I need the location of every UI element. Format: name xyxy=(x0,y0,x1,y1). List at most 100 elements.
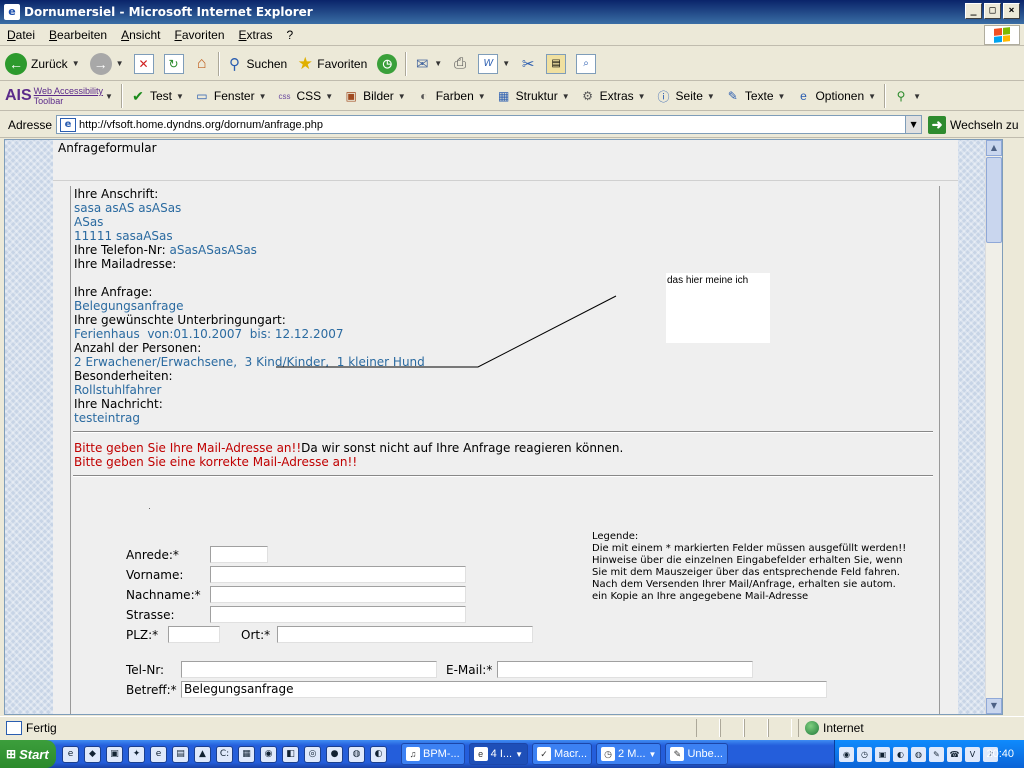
ais-farben-menu[interactable]: ◐ Farben ▼ xyxy=(411,83,491,109)
scroll-thumb[interactable] xyxy=(986,157,1002,243)
forward-button[interactable]: → ▼ xyxy=(85,51,129,77)
stray-dot xyxy=(149,508,150,509)
ort-field[interactable] xyxy=(277,626,533,643)
tray-icon[interactable]: ◐ xyxy=(893,746,908,762)
start-button[interactable]: ⊞ Start xyxy=(0,740,56,768)
security-zone[interactable]: Internet xyxy=(798,718,864,737)
tray-icon[interactable]: ✎ xyxy=(929,746,944,762)
nachname-field[interactable] xyxy=(210,586,466,603)
menu-datei[interactable]: Datei xyxy=(0,28,42,42)
phone-summary-value: aSasASasASas xyxy=(169,243,257,257)
ais-brand[interactable]: AIS Web Accessibility Toolbar ▼ xyxy=(0,83,118,109)
app-launch-icon[interactable]: ◎ xyxy=(304,745,321,763)
taskbar-item-ie[interactable]: e 4 I... ▼ xyxy=(468,743,528,765)
betreff-field[interactable]: Belegungsanfrage xyxy=(181,681,827,698)
ais-bilder-menu[interactable]: ▣ Bilder ▼ xyxy=(338,83,411,109)
status-cell xyxy=(720,718,744,737)
app-launch-icon[interactable]: ▣ xyxy=(106,745,123,763)
refresh-icon: ↻ xyxy=(163,53,184,74)
strasse-label: Strasse: xyxy=(126,608,175,622)
ais-seite-menu[interactable]: ⓘ Seite ▼ xyxy=(651,83,720,109)
vorname-field[interactable] xyxy=(210,566,466,583)
home-button[interactable]: ⌂ xyxy=(189,51,215,77)
taskbar-item-bpm[interactable]: ♫ BPM-... xyxy=(401,743,465,765)
vertical-scrollbar[interactable]: ▲ ▼ xyxy=(985,140,1002,714)
favorites-button[interactable]: ★ Favoriten xyxy=(292,51,372,77)
search-button[interactable]: ⚲ Suchen xyxy=(222,51,293,77)
taskbar-item-macromedia[interactable]: ✓ Macr... xyxy=(532,743,593,765)
go-button[interactable]: ➜ Wechseln zu xyxy=(928,115,1019,134)
ie-options-icon: e xyxy=(800,89,807,103)
divider xyxy=(73,475,933,477)
taskbar-item-group[interactable]: ◷ 2 M... ▼ xyxy=(596,743,662,765)
app-launch-icon[interactable]: ◐ xyxy=(370,745,387,763)
research-button[interactable]: ⌕ xyxy=(571,51,601,77)
chevron-down-icon[interactable]: ▼ xyxy=(905,116,922,133)
app-launch-icon[interactable]: ▤ xyxy=(172,745,189,763)
ie-launch-icon[interactable]: e xyxy=(62,745,79,763)
app-launch-icon[interactable]: ◉ xyxy=(260,745,277,763)
shield-icon[interactable]: V xyxy=(965,746,980,762)
ais-optionen-menu[interactable]: e Optionen ▼ xyxy=(790,83,881,109)
firefox-icon[interactable]: ◍ xyxy=(348,745,365,763)
back-button[interactable]: ← Zurück ▼ xyxy=(0,51,85,77)
paste-button[interactable]: ▤ xyxy=(541,51,571,77)
maximize-button[interactable]: □ xyxy=(984,3,1001,19)
history-button[interactable]: ◷ xyxy=(372,51,402,77)
ais-extras-menu[interactable]: ⚙ Extras ▼ xyxy=(575,83,651,109)
address-input[interactable]: e http://vfsoft.home.dyndns.org/dornum/a… xyxy=(56,115,923,134)
cmd-icon[interactable]: C: xyxy=(216,745,233,763)
tray-icon[interactable]: ◉ xyxy=(839,746,854,762)
menu-favoriten[interactable]: Favoriten xyxy=(167,28,231,42)
app-launch-icon[interactable]: e xyxy=(150,745,167,763)
minimize-button[interactable]: _ xyxy=(965,3,982,19)
cut-button[interactable]: ✂ xyxy=(515,51,541,77)
network-icon[interactable]: ☎ xyxy=(947,746,962,762)
ais-test-menu[interactable]: ✔ Test ▼ xyxy=(125,83,189,109)
menu-extras[interactable]: Extras xyxy=(232,28,280,42)
menu-help[interactable]: ? xyxy=(280,28,301,42)
tray-icon[interactable]: ◍ xyxy=(911,746,926,762)
stop-button[interactable]: ✕ xyxy=(129,51,159,77)
window-controls: _ □ × xyxy=(965,3,1020,19)
ais-css-menu[interactable]: css CSS ▼ xyxy=(272,83,339,109)
edit-button[interactable]: W ▼ xyxy=(473,51,515,77)
clock-app-icon: ◷ xyxy=(601,747,616,761)
refresh-button[interactable]: ↻ xyxy=(159,51,189,77)
taskbar: ⊞ Start e ◆ ▣ ✦ e ▤ ▲ C: ▦ ◉ ◧ ◎ ● ◍ ◐ ♫… xyxy=(0,740,1024,768)
system-tray: ◉ ◷ ▣ ◐ ◍ ✎ ☎ V ♪ 20:40 xyxy=(834,740,1024,768)
tray-icon[interactable]: ▣ xyxy=(875,746,890,762)
task-label: Macr... xyxy=(554,748,588,760)
message-summary-value: testeintrag xyxy=(74,411,140,425)
app-launch-icon[interactable]: ▦ xyxy=(238,745,255,763)
close-button[interactable]: × xyxy=(1003,3,1020,19)
ais-zoom-menu[interactable]: ⚲ ▼ xyxy=(888,83,926,109)
page-icon: e xyxy=(60,117,77,132)
app-launch-icon[interactable]: ● xyxy=(326,745,343,763)
chevron-down-icon: ▼ xyxy=(777,91,786,101)
menu-ansicht[interactable]: Ansicht xyxy=(114,28,167,42)
anrede-field[interactable] xyxy=(210,546,268,563)
tray-icon[interactable]: ◷ xyxy=(857,746,872,762)
email-field[interactable] xyxy=(497,661,753,678)
ais-struktur-menu[interactable]: ▦ Struktur ▼ xyxy=(491,83,575,109)
strasse-field[interactable] xyxy=(210,606,466,623)
scroll-down-icon[interactable]: ▼ xyxy=(986,698,1002,714)
chevron-down-icon: ▼ xyxy=(913,91,921,101)
app-launch-icon[interactable]: ▲ xyxy=(194,745,211,763)
scroll-up-icon[interactable]: ▲ xyxy=(986,140,1002,156)
taskbar-item-paint[interactable]: ✎ Unbe... xyxy=(665,743,728,765)
print-button[interactable]: ⎙ xyxy=(447,51,473,77)
menu-bearbeiten[interactable]: Bearbeiten xyxy=(42,28,114,42)
app-launch-icon[interactable]: ◆ xyxy=(84,745,101,763)
app-launch-icon[interactable]: ◧ xyxy=(282,745,299,763)
message-summary-label: Ihre Nachricht: xyxy=(74,397,163,411)
app-launch-icon[interactable]: ✦ xyxy=(128,745,145,763)
tel-field[interactable] xyxy=(181,661,437,678)
plz-field[interactable] xyxy=(168,626,220,643)
ais-texte-menu[interactable]: ✎ Texte ▼ xyxy=(720,83,791,109)
ais-fenster-menu[interactable]: ▭ Fenster ▼ xyxy=(189,83,272,109)
go-arrow-icon: ➜ xyxy=(928,115,947,134)
address-url: http://vfsoft.home.dyndns.org/dornum/anf… xyxy=(79,118,324,131)
mail-button[interactable]: ✉ ▼ xyxy=(409,51,447,77)
